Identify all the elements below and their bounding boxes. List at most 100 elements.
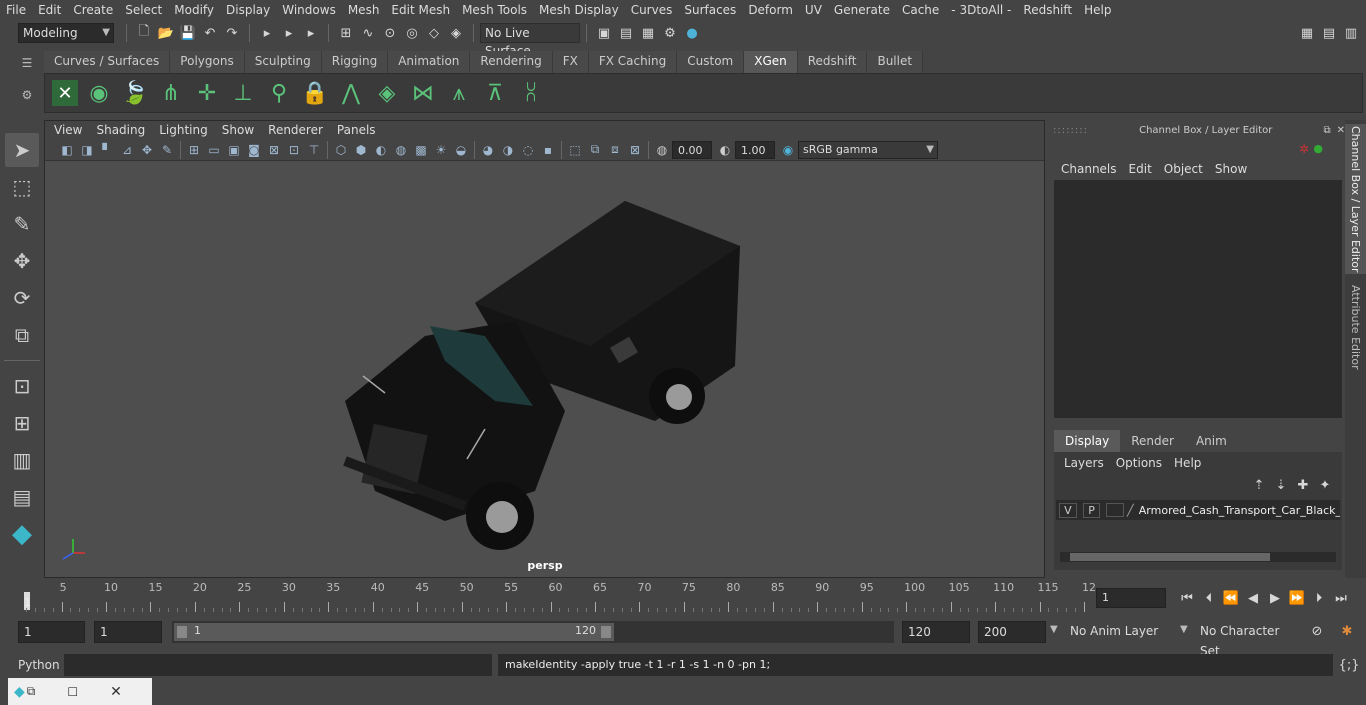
new-scene-icon[interactable]: 🗋 xyxy=(135,24,153,42)
step-back-key-icon[interactable]: ⏪ xyxy=(1222,589,1240,607)
color-management-icon[interactable]: ◉ xyxy=(779,141,797,159)
manipulator-icon[interactable]: ● xyxy=(1313,142,1323,155)
shelf-tab[interactable]: FX Caching xyxy=(588,51,678,73)
xray-active-icon[interactable]: ⧈ xyxy=(606,141,624,159)
textured-icon[interactable]: ◍ xyxy=(392,141,410,159)
wireframe-icon[interactable]: ⬡ xyxy=(332,141,350,159)
menu-item[interactable]: Curves xyxy=(625,0,679,20)
shelf-settings-icon[interactable]: ⚙ xyxy=(16,88,38,106)
range-start-handle[interactable] xyxy=(177,626,187,638)
xgen-noise-icon[interactable]: ⩆ xyxy=(516,77,546,109)
2d-pan-icon[interactable]: ✥ xyxy=(138,141,156,159)
xray-icon[interactable]: ▩ xyxy=(412,141,430,159)
xray-joints-icon[interactable]: ⧉ xyxy=(586,141,604,159)
single-pane-layout-icon[interactable]: ⊡ xyxy=(5,369,39,403)
safe-action-icon[interactable]: ⊡ xyxy=(285,141,303,159)
layer-name[interactable]: Armored_Cash_Transport_Car_Black_l xyxy=(1139,504,1340,517)
anim-layer-dropdown[interactable]: No Anim Layer xyxy=(1066,621,1178,643)
move-tool-icon[interactable]: ✥ xyxy=(5,244,39,278)
layout-icon[interactable]: ▥ xyxy=(1342,24,1360,42)
selection-mask-icon[interactable]: ▸ xyxy=(280,24,298,42)
exposure-icon[interactable]: ◍ xyxy=(653,141,671,159)
character-set-dropdown[interactable]: No Character Set xyxy=(1196,621,1298,658)
camera-attributes-icon[interactable]: ◨ xyxy=(78,141,96,159)
shelf-menu-icon[interactable]: ☰ xyxy=(16,56,38,74)
menu-item[interactable]: Edit Mesh xyxy=(385,0,456,20)
channel-box-side-tab[interactable]: Channel Box / Layer Editor xyxy=(1345,124,1366,274)
channel-list[interactable] xyxy=(1054,180,1342,418)
go-to-end-icon[interactable]: ⏭ xyxy=(1332,589,1350,607)
menu-item[interactable]: Deform xyxy=(742,0,799,20)
axis-display-icon[interactable]: ✲ xyxy=(1299,142,1309,156)
chevron-down-icon[interactable]: ▼ xyxy=(1180,624,1188,635)
auto-key-icon[interactable]: ⊘ xyxy=(1308,622,1326,640)
menu-item[interactable]: Windows xyxy=(276,0,342,20)
shelf-tab[interactable]: Curves / Surfaces xyxy=(44,51,171,73)
xgen-editor-icon[interactable]: ✕ xyxy=(52,80,78,106)
field-chart-icon[interactable]: ⊠ xyxy=(265,141,283,159)
layer-row[interactable]: V P ╱ Armored_Cash_Transport_Car_Black_l xyxy=(1056,500,1340,520)
xgen-plane-icon[interactable]: ◈ xyxy=(372,77,402,109)
image-plane-icon[interactable]: ⊿ xyxy=(118,141,136,159)
step-back-icon[interactable]: ⏴ xyxy=(1200,589,1218,607)
xgen-lock-icon[interactable]: 🔒 xyxy=(300,77,330,109)
xgen-leaf-icon[interactable]: 🍃 xyxy=(120,77,150,109)
safe-title-icon[interactable]: ⊤ xyxy=(305,141,323,159)
range-slider-bar[interactable]: 1 120 xyxy=(174,623,614,641)
xgen-guides-add-icon[interactable]: ⋔ xyxy=(156,77,186,109)
step-forward-key-icon[interactable]: ⏩ xyxy=(1288,589,1306,607)
menu-item[interactable]: Modify xyxy=(168,0,220,20)
restore-icon[interactable]: ⧉ xyxy=(27,684,36,699)
grease-pencil-icon[interactable]: ✎ xyxy=(158,141,176,159)
range-slider[interactable]: 1 120 xyxy=(172,621,894,643)
shadows-icon[interactable]: ◒ xyxy=(452,141,470,159)
xgen-preview-icon[interactable]: ◉ xyxy=(84,77,114,109)
component-mode-icon[interactable]: ▸ xyxy=(302,24,320,42)
channel-box-menu-item[interactable]: Edit xyxy=(1123,162,1158,176)
render-view-icon[interactable]: ▣ xyxy=(595,24,613,42)
open-scene-icon[interactable]: 📂 xyxy=(157,24,175,42)
shelf-tab[interactable]: Animation xyxy=(388,51,471,73)
layer-visibility-toggle[interactable]: V xyxy=(1059,502,1077,518)
close-icon[interactable]: ✕ xyxy=(1337,125,1345,136)
shelf-tab[interactable]: XGen xyxy=(744,51,798,73)
xgen-guide-sculpt-icon[interactable]: ⚲ xyxy=(264,77,294,109)
smooth-shade-icon[interactable]: ⬢ xyxy=(352,141,370,159)
channel-box-menu-item[interactable]: Channels xyxy=(1055,162,1123,176)
command-language-label[interactable]: Python xyxy=(18,655,62,675)
move-layer-down-icon[interactable]: ⇣ xyxy=(1272,476,1290,494)
viewport-menu-item[interactable]: Lighting xyxy=(152,121,215,139)
chevron-down-icon[interactable]: ▼ xyxy=(1050,624,1058,635)
paint-select-tool-icon[interactable]: ✎ xyxy=(5,207,39,241)
menu-item[interactable]: UV xyxy=(799,0,828,20)
exposure-field[interactable]: 0.00 xyxy=(672,140,712,159)
range-end-handle[interactable] xyxy=(601,626,611,638)
anti-aliasing-icon[interactable]: ◌ xyxy=(519,141,537,159)
undo-icon[interactable]: ↶ xyxy=(201,24,219,42)
menu-item[interactable]: Mesh Display xyxy=(533,0,625,20)
xgen-comb-icon[interactable]: ⋀ xyxy=(336,77,366,109)
menu-item[interactable]: Select xyxy=(119,0,168,20)
menu-item[interactable]: Mesh xyxy=(342,0,386,20)
gate-mask-icon[interactable]: ◙ xyxy=(245,141,263,159)
command-input[interactable] xyxy=(64,654,492,676)
select-tool-icon[interactable]: ➤ xyxy=(5,133,39,167)
render-settings-icon[interactable]: ⚙ xyxy=(661,24,679,42)
shelf-tab[interactable]: Rigging xyxy=(321,51,389,73)
viewport-menu-item[interactable]: Panels xyxy=(330,121,383,139)
lasso-tool-icon[interactable]: ⬚ xyxy=(5,170,39,204)
layer-menu-item[interactable]: Layers xyxy=(1058,456,1110,470)
render-frame-icon[interactable]: ▤ xyxy=(617,24,635,42)
snap-point-icon[interactable]: ⊙ xyxy=(381,24,399,42)
channel-box-menu-item[interactable]: Show xyxy=(1209,162,1253,176)
lights-icon[interactable]: ☀ xyxy=(432,141,450,159)
save-scene-icon[interactable]: 💾 xyxy=(179,24,197,42)
drag-handle-icon[interactable]: :::::::: xyxy=(1053,125,1088,136)
shelf-tab[interactable]: FX xyxy=(552,51,589,73)
xgen-guide-move-icon[interactable]: ✛ xyxy=(192,77,222,109)
menu-item[interactable]: Redshift xyxy=(1017,0,1078,20)
redo-icon[interactable]: ↷ xyxy=(223,24,241,42)
shelf-tab[interactable]: Rendering xyxy=(470,51,553,73)
layer-menu-item[interactable]: Help xyxy=(1168,456,1207,470)
snap-view-icon[interactable]: ◎ xyxy=(403,24,421,42)
